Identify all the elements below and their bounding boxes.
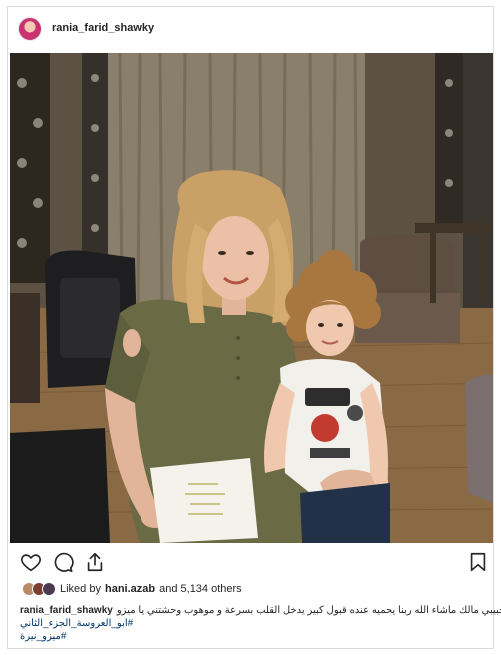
caption-username[interactable]: rania_farid_shawky — [20, 605, 113, 616]
liker-avatar — [42, 582, 56, 596]
liker-avatars[interactable] — [22, 582, 56, 596]
hashtag-link[interactable]: #ميزو_نيرة — [20, 630, 66, 643]
likes-prefix: Liked by — [60, 583, 101, 595]
caption-text: حبيبي مالك ماشاء الله ربنا يحميه عنده قب… — [116, 605, 501, 616]
likes-row: Liked by hani.azab and 5,134 others — [22, 581, 242, 597]
hashtag-link[interactable]: #ابو_العروسة_الجزء_الثاني — [20, 617, 133, 630]
post-header: rania_farid_shawky — [8, 7, 493, 51]
heart-icon[interactable] — [20, 551, 42, 573]
post-username[interactable]: rania_farid_shawky — [52, 22, 154, 34]
post-caption: rania_farid_shawky حبيبي مالك ماشاء الله … — [20, 604, 501, 643]
likes-count-text[interactable]: and 5,134 others — [159, 583, 242, 595]
bookmark-icon[interactable] — [467, 551, 489, 573]
instagram-post-card: rania_farid_shawky Liked by hani.azab an… — [7, 6, 501, 649]
liked-by-user[interactable]: hani.azab — [105, 583, 155, 595]
share-icon[interactable] — [84, 551, 106, 573]
post-photo[interactable] — [10, 53, 493, 543]
photo-illustration — [10, 53, 493, 543]
comment-icon[interactable] — [52, 551, 74, 573]
profile-avatar[interactable] — [18, 17, 42, 41]
post-actions — [8, 551, 493, 577]
